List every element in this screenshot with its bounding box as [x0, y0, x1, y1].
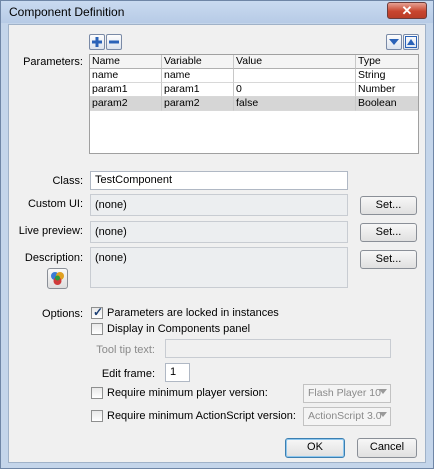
move-up-button[interactable]: [403, 34, 419, 50]
component-icon: [51, 272, 64, 285]
min-player-select-value: Flash Player 10: [308, 387, 381, 399]
column-header-variable[interactable]: Variable: [162, 55, 234, 69]
parameters-table[interactable]: Name Variable Value Type name name Strin…: [89, 54, 419, 154]
table-row[interactable]: name name String: [90, 69, 418, 83]
min-actionscript-label: Require minimum ActionScript version:: [107, 410, 296, 422]
cell-type: Boolean: [356, 97, 418, 111]
arrow-up-icon: [405, 36, 417, 48]
table-row[interactable]: param1 param1 0 Number: [90, 83, 418, 97]
component-icon-button[interactable]: [47, 268, 68, 289]
cell-type: Number: [356, 83, 418, 97]
edit-frame-label: Edit frame:: [101, 368, 155, 380]
min-actionscript-checkbox[interactable]: [91, 410, 103, 422]
table-row-selected[interactable]: param2 param2 false Boolean: [90, 97, 418, 111]
live-preview-set-button[interactable]: Set...: [360, 223, 417, 242]
arrow-down-icon: [389, 39, 399, 45]
dialog-body: Parameters: Name Variable Value Type nam…: [8, 24, 426, 463]
cell-variable: param2: [162, 97, 234, 111]
class-input[interactable]: TestComponent: [90, 171, 348, 190]
min-actionscript-select[interactable]: ActionScript 3.0: [303, 407, 391, 426]
close-button[interactable]: ✕: [387, 2, 427, 19]
parameters-label: Parameters:: [23, 56, 83, 68]
ok-button[interactable]: OK: [285, 438, 345, 458]
chevron-down-icon: [379, 389, 387, 394]
tooltip-label: Tool tip text:: [96, 344, 155, 356]
cell-value[interactable]: 0: [234, 83, 356, 97]
locked-parameters-label: Parameters are locked in instances: [107, 307, 279, 319]
remove-parameter-button[interactable]: [106, 34, 122, 50]
custom-ui-label: Custom UI:: [27, 198, 83, 210]
options-label: Options:: [42, 308, 83, 320]
description-set-button[interactable]: Set...: [360, 250, 417, 269]
table-header: Name Variable Value Type: [90, 55, 418, 69]
close-icon: ✕: [401, 3, 413, 18]
locked-parameters-checkbox[interactable]: [91, 305, 103, 319]
chevron-down-icon: [379, 412, 387, 417]
minus-icon: [109, 40, 119, 44]
cell-variable: name: [162, 69, 234, 83]
component-definition-dialog: Component Definition ✕ Parameters: Name …: [0, 0, 434, 469]
custom-ui-value: (none): [90, 194, 348, 216]
title-bar[interactable]: Component Definition ✕: [1, 1, 433, 23]
cancel-button[interactable]: Cancel: [357, 438, 417, 458]
cell-variable: param1: [162, 83, 234, 97]
min-player-checkbox[interactable]: [91, 387, 103, 399]
cell-name: name: [90, 69, 162, 83]
cell-name: param2: [90, 97, 162, 111]
live-preview-value: (none): [90, 221, 348, 243]
cell-type: String: [356, 69, 418, 83]
column-header-name[interactable]: Name: [90, 55, 162, 69]
display-components-label: Display in Components panel: [107, 323, 251, 335]
min-player-label: Require minimum player version:: [107, 387, 268, 399]
cell-value[interactable]: false: [234, 97, 356, 111]
tooltip-input[interactable]: [165, 339, 391, 358]
description-value: (none): [90, 247, 348, 288]
cell-name: param1: [90, 83, 162, 97]
custom-ui-set-button[interactable]: Set...: [360, 196, 417, 215]
live-preview-label: Live preview:: [18, 225, 83, 237]
edit-frame-input[interactable]: 1: [165, 363, 190, 382]
column-header-type[interactable]: Type: [356, 55, 418, 69]
column-header-value[interactable]: Value: [234, 55, 356, 69]
dialog-title: Component Definition: [9, 5, 125, 19]
add-parameter-button[interactable]: [89, 34, 105, 50]
min-player-select[interactable]: Flash Player 10: [303, 384, 391, 403]
class-label: Class:: [52, 175, 83, 187]
cell-value[interactable]: [234, 69, 356, 83]
min-actionscript-select-value: ActionScript 3.0: [308, 410, 382, 422]
plus-icon: [92, 37, 102, 47]
description-label: Description:: [24, 252, 83, 264]
move-down-button[interactable]: [386, 34, 402, 50]
display-components-checkbox[interactable]: [91, 323, 103, 335]
